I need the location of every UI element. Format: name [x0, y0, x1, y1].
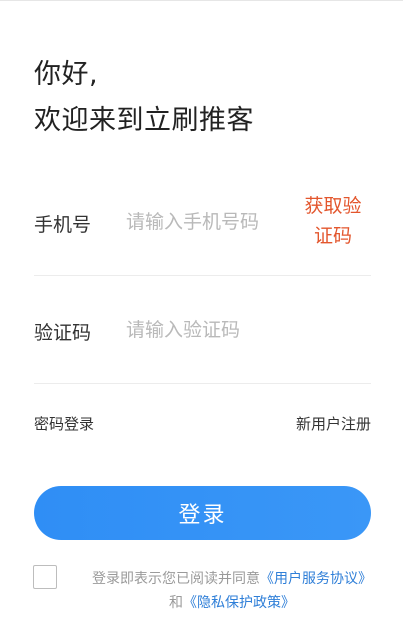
agreement-text: 登录即表示您已阅读并同意《用户服务协议》 和《隐私保护政策》: [72, 567, 392, 615]
user-service-agreement-link[interactable]: 《用户服务协议》: [260, 571, 372, 587]
phone-label: 手机号: [34, 214, 92, 236]
password-login-link[interactable]: 密码登录: [34, 413, 94, 434]
login-screen: 你好, 欢迎来到立刷推客 手机号 获取验 证码 验证码 密码登录 新用户注册 登…: [0, 0, 403, 626]
login-button[interactable]: 登录: [34, 486, 371, 540]
get-code-label-line2: 证码: [313, 225, 352, 247]
code-input[interactable]: [126, 315, 326, 345]
greeting-hello: 你好,: [34, 59, 99, 90]
phone-row: 手机号 获取验 证码: [34, 181, 371, 276]
get-code-label-line1: 获取验: [304, 195, 362, 217]
agreement-and: 和: [169, 595, 183, 611]
code-label: 验证码: [34, 322, 92, 344]
code-row: 验证码: [34, 293, 371, 384]
privacy-policy-link[interactable]: 《隐私保护政策》: [183, 595, 295, 611]
new-user-register-link[interactable]: 新用户注册: [296, 413, 371, 434]
greeting-welcome: 欢迎来到立刷推客: [34, 105, 254, 136]
phone-input[interactable]: [126, 207, 296, 237]
agreement-prefix: 登录即表示您已阅读并同意: [92, 571, 260, 587]
get-code-button[interactable]: 获取验 证码: [295, 191, 371, 251]
agreement-checkbox[interactable]: [33, 565, 57, 589]
